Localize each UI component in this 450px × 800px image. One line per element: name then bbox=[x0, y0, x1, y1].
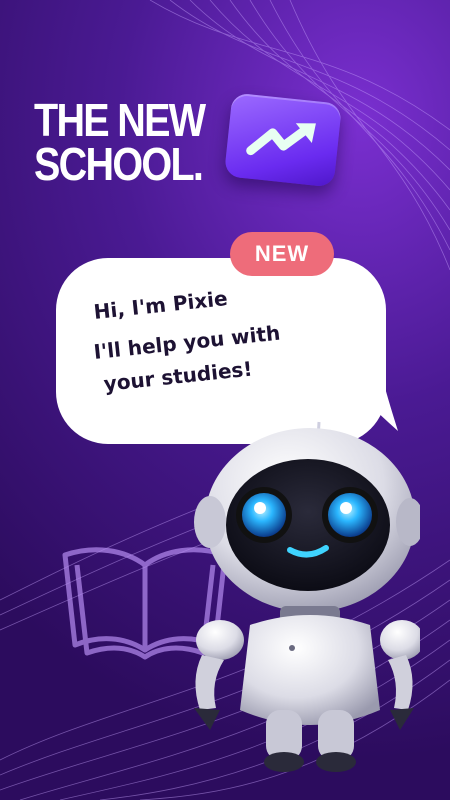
logo-line-1: THE NEW bbox=[34, 94, 206, 146]
robot-mascot bbox=[194, 421, 420, 772]
promo-screen: THE NEW SCHOOL. NEW Hi, I'm Pixie I'll h… bbox=[0, 0, 450, 800]
new-badge: NEW bbox=[230, 232, 334, 276]
trend-chip bbox=[223, 92, 343, 188]
trend-arrow-icon bbox=[246, 123, 316, 156]
logo-line-2: SCHOOL. bbox=[34, 138, 204, 190]
school-logo: THE NEW SCHOOL. bbox=[34, 94, 206, 190]
